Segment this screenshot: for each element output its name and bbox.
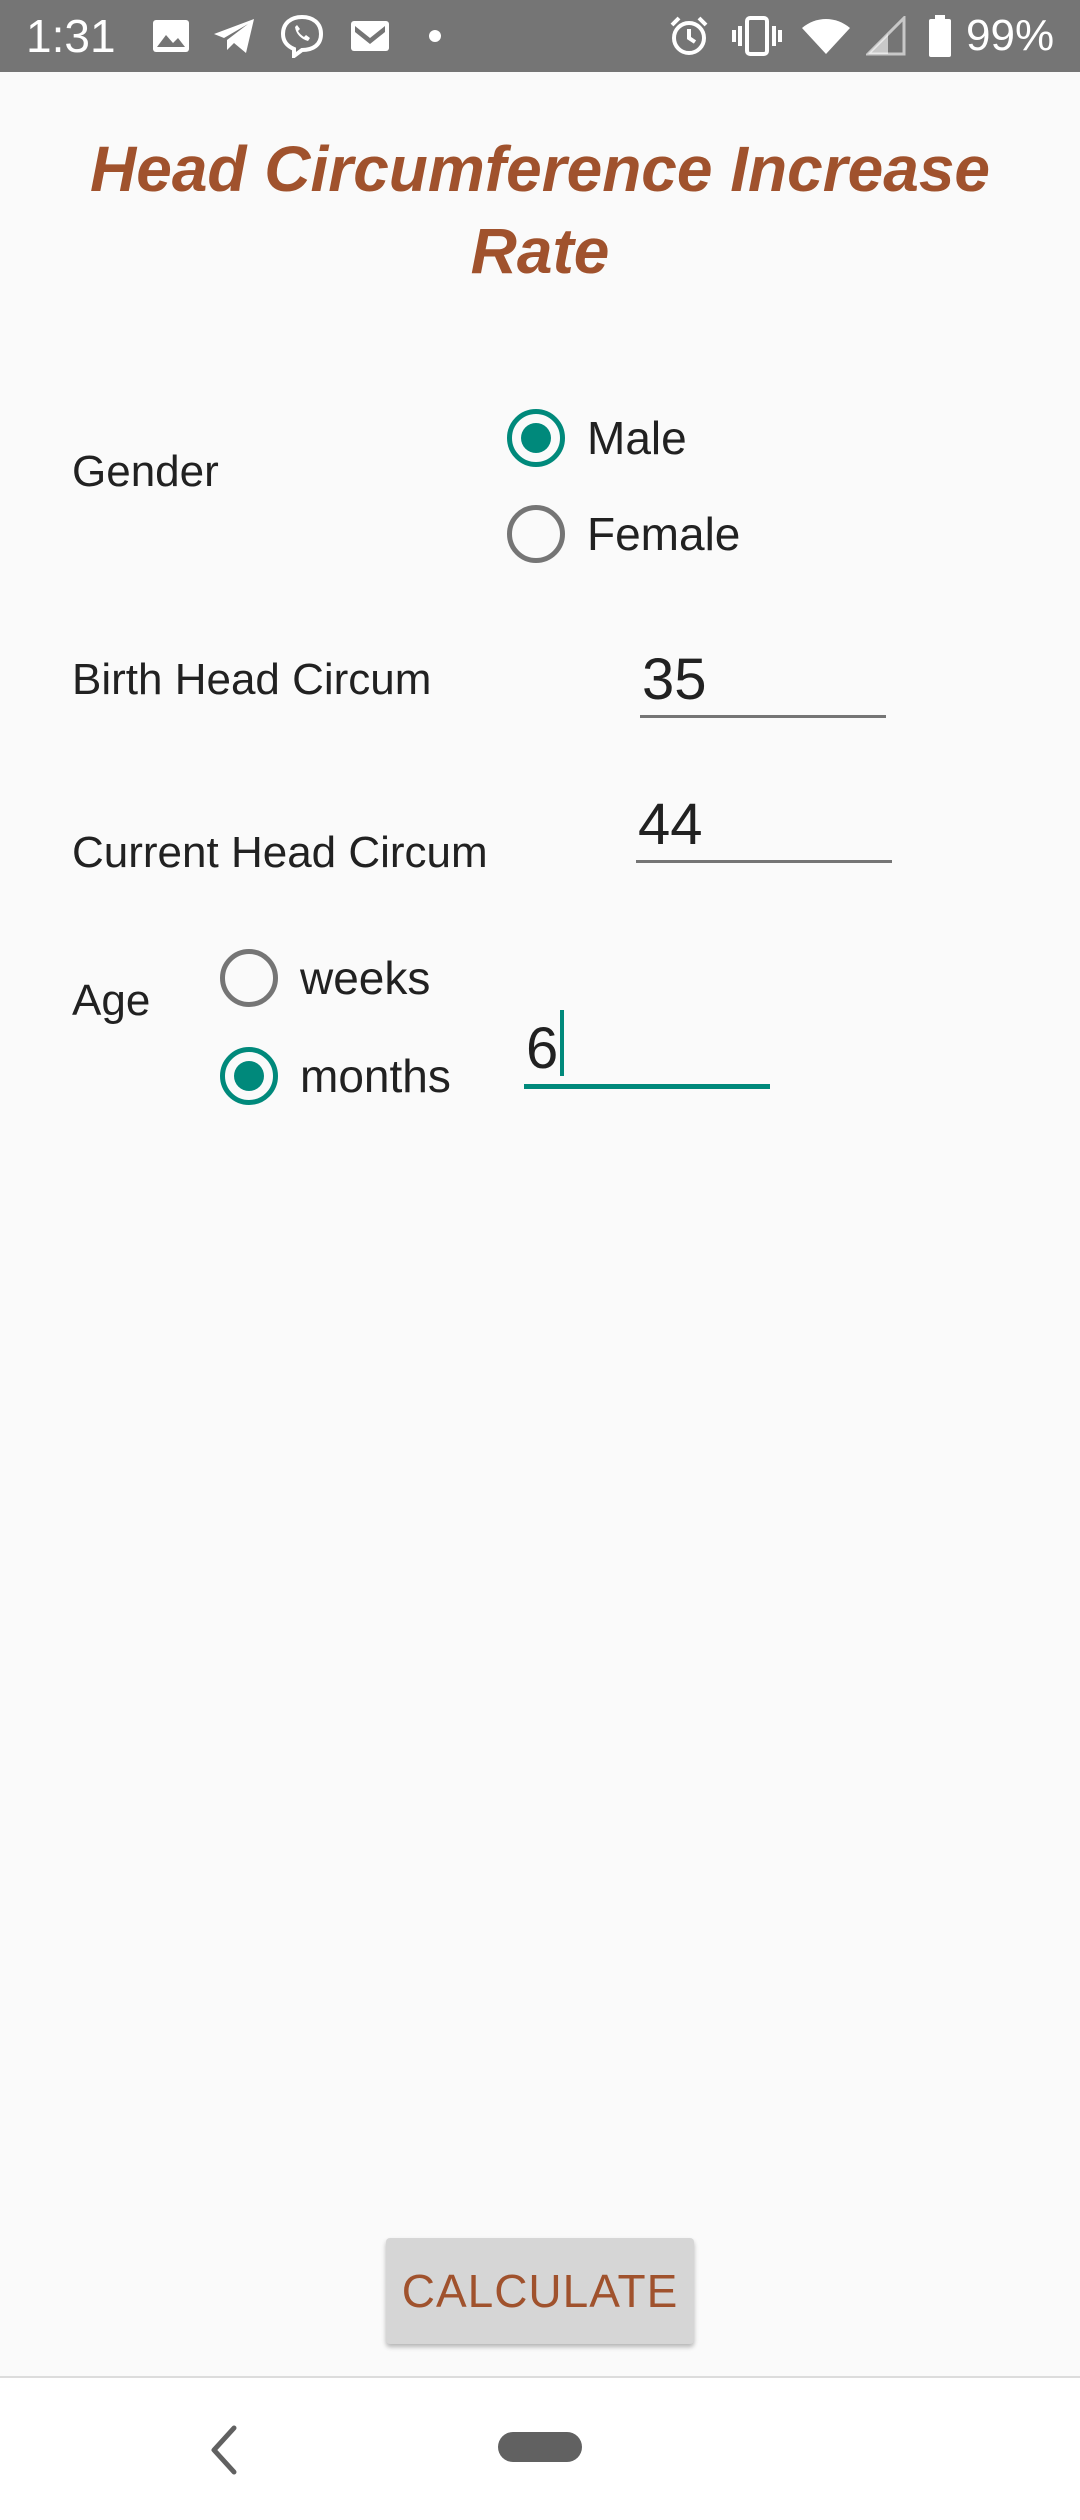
image-icon — [152, 16, 190, 56]
radio-checked-icon — [507, 409, 565, 467]
vibrate-icon — [732, 16, 782, 56]
radio-unchecked-icon — [507, 505, 565, 563]
text-cursor — [560, 1010, 565, 1076]
birth-head-label: Birth Head Circum — [72, 655, 432, 704]
gender-male-radio[interactable]: Male — [507, 409, 687, 467]
age-months-radio[interactable]: months — [220, 1047, 451, 1105]
wifi-icon — [800, 16, 852, 56]
age-input-value: 6 — [526, 1016, 559, 1081]
telegram-icon — [212, 16, 256, 56]
home-pill-icon[interactable] — [498, 2432, 582, 2462]
radio-unchecked-icon — [220, 949, 278, 1007]
gender-label: Gender — [72, 447, 219, 496]
age-weeks-label: weeks — [300, 952, 431, 1004]
current-head-input[interactable]: 44 — [636, 790, 892, 863]
age-input[interactable]: 6 — [524, 1010, 770, 1089]
gender-female-radio[interactable]: Female — [507, 505, 740, 563]
calculate-button[interactable]: CALCULATE — [386, 2238, 694, 2344]
navigation-bar — [0, 2376, 1080, 2520]
gender-male-label: Male — [587, 412, 687, 464]
gmail-icon — [350, 16, 390, 56]
dot-icon — [428, 16, 442, 56]
age-weeks-radio[interactable]: weeks — [220, 949, 430, 1007]
battery-icon — [928, 15, 952, 57]
age-label: Age — [72, 976, 151, 1025]
page-title: Head Circumference Increase Rate — [90, 133, 990, 287]
status-time: 1:31 — [26, 10, 116, 62]
back-icon[interactable] — [204, 2424, 244, 2481]
gender-female-label: Female — [587, 508, 741, 560]
age-months-label: months — [300, 1050, 451, 1102]
birth-head-input[interactable]: 35 — [640, 645, 886, 718]
status-bar: 1:31 99% — [0, 0, 1080, 72]
signal-icon — [866, 16, 906, 56]
alarm-icon — [668, 16, 710, 56]
radio-checked-icon — [220, 1047, 278, 1105]
viber-icon — [280, 14, 324, 58]
current-head-label: Current Head Circum — [72, 828, 488, 877]
battery-percent: 99% — [966, 11, 1055, 60]
